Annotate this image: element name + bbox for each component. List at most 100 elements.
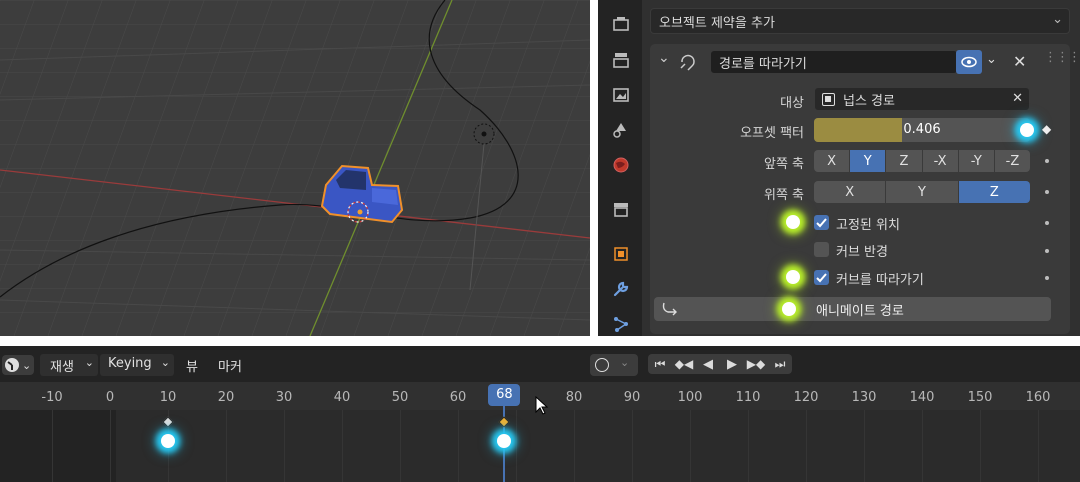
chevron-down-icon: ⌄ xyxy=(620,356,630,369)
playback-menu[interactable]: 재생 ⌄ xyxy=(40,354,98,376)
next-keyframe-icon: ▶◆ xyxy=(746,357,766,371)
wrench-icon xyxy=(613,281,629,297)
play-icon: ▶ xyxy=(727,356,737,372)
prev-keyframe-icon: ◆◀ xyxy=(674,357,694,371)
add-constraint-label: 오브젝트 제약을 추가 xyxy=(659,15,775,31)
view-layer-tab[interactable] xyxy=(609,83,633,107)
fixed-position-checkbox[interactable] xyxy=(814,215,829,230)
render-tab[interactable] xyxy=(609,12,633,36)
jump-start-icon: ⏮ xyxy=(654,356,666,371)
add-constraint-dropdown[interactable]: 오브젝트 제약을 추가 ⌄ xyxy=(650,8,1070,34)
properties-tab-bar xyxy=(598,0,642,336)
particles-tab[interactable] xyxy=(609,312,633,336)
constraint-name: 경로를 따라가기 xyxy=(719,56,807,72)
chevron-down-icon: ⌄ xyxy=(22,358,32,372)
collection-tab[interactable] xyxy=(609,197,633,221)
chevron-down-icon: ⌄ xyxy=(84,356,94,369)
frame-gridline xyxy=(458,410,459,482)
target-value: 넙스 경로 xyxy=(843,93,895,109)
animate-path-icon xyxy=(660,300,680,322)
keyframe-diamond-icon[interactable]: ◆ xyxy=(1042,122,1051,136)
grip-icon[interactable]: ⋮⋮⋮ xyxy=(1044,50,1080,65)
animate-path-label: 애니메이트 경로 xyxy=(816,304,904,319)
up-axis-selector[interactable]: X Y Z xyxy=(814,181,1030,203)
offset-keyframe-highlight xyxy=(1020,123,1034,137)
fixed-position-highlight xyxy=(786,215,800,229)
forward-axis-neg-z[interactable]: -Z xyxy=(994,150,1030,172)
ruler-tick-label: 10 xyxy=(159,390,177,405)
curve-radius-anim-dot[interactable] xyxy=(1045,249,1049,253)
frame-gridline xyxy=(342,410,343,482)
ruler-tick-label: 20 xyxy=(217,390,235,405)
frame-gridline xyxy=(1038,410,1039,482)
follow-path-constraint-box: ⌄ 경로를 따라가기 ⌄ ✕ ⋮⋮⋮ 대상 넙스 경로 ✕ 오프셋 팩터 0.4… xyxy=(650,44,1080,334)
current-frame-badge[interactable]: 68 xyxy=(488,384,521,406)
forward-axis-selector[interactable]: X Y Z -X -Y -Z xyxy=(814,150,1030,172)
ruler-tick-label: 120 xyxy=(793,390,819,405)
target-field[interactable]: 넙스 경로 ✕ xyxy=(814,87,1030,111)
marker-menu[interactable]: 마커 xyxy=(218,356,242,375)
ruler-tick-label: 0 xyxy=(105,390,115,405)
clear-target-icon[interactable]: ✕ xyxy=(1012,91,1023,106)
image-icon xyxy=(613,88,629,102)
ruler-tick-label: 130 xyxy=(851,390,877,405)
view-menu[interactable]: 뷰 xyxy=(186,356,198,375)
playback-menu-label: 재생 xyxy=(50,360,74,375)
output-tab[interactable] xyxy=(609,48,633,72)
x-icon[interactable]: ✕ xyxy=(1013,52,1026,71)
collection-icon xyxy=(614,203,628,217)
chevron-down-icon[interactable]: ⌄ xyxy=(986,52,997,67)
render-icon xyxy=(613,17,629,31)
up-axis-y[interactable]: Y xyxy=(886,181,959,203)
frame-gridline xyxy=(632,410,633,482)
auto-keying-toggle[interactable]: ⌄ xyxy=(590,354,638,376)
curve-radius-checkbox[interactable] xyxy=(814,242,829,257)
world-tab[interactable] xyxy=(609,153,633,177)
follow-curve-anim-dot[interactable] xyxy=(1045,276,1049,280)
scene-tab[interactable] xyxy=(609,118,633,142)
follow-path-icon xyxy=(678,52,698,76)
collapse-chevron-icon[interactable]: ⌄ xyxy=(658,50,670,66)
constraint-name-field[interactable]: 경로를 따라가기 xyxy=(710,50,958,74)
frame-gridline xyxy=(226,410,227,482)
jump-to-prev-keyframe-button[interactable]: ◆◀ xyxy=(672,354,696,374)
frame-gridline xyxy=(806,410,807,482)
target-label: 대상 xyxy=(780,96,804,111)
jump-end-icon: ⏭ xyxy=(774,356,786,371)
up-axis-anim-dot[interactable] xyxy=(1045,190,1049,194)
forward-axis-anim-dot[interactable] xyxy=(1045,159,1049,163)
object-tab[interactable] xyxy=(609,242,633,266)
jump-to-end-button[interactable]: ⏭ xyxy=(768,354,792,374)
follow-curve-checkbox[interactable] xyxy=(814,270,829,285)
viewport-canvas xyxy=(0,0,590,336)
pre-range-shade xyxy=(0,410,116,482)
forward-axis-label: 앞쪽 축 xyxy=(763,157,804,172)
forward-axis-z[interactable]: Z xyxy=(886,150,923,172)
chevron-down-icon: ⌄ xyxy=(1052,12,1063,27)
forward-axis-neg-y[interactable]: -Y xyxy=(958,150,995,172)
visibility-toggle[interactable] xyxy=(956,50,982,74)
jump-to-start-button[interactable]: ⏮ xyxy=(648,354,672,374)
up-axis-z[interactable]: Z xyxy=(958,181,1030,203)
timeline-editor: ⌄ 재생 ⌄ Keying ⌄ 뷰 마커 ⌄ ⏮ ◆◀ ◀ ▶ ▶◆ ⏭ -10… xyxy=(0,346,1080,482)
keying-menu[interactable]: Keying ⌄ xyxy=(100,354,174,376)
record-icon xyxy=(595,358,609,372)
editor-type-dropdown[interactable]: ⌄ xyxy=(2,355,34,375)
jump-to-next-keyframe-button[interactable]: ▶◆ xyxy=(744,354,768,374)
output-icon xyxy=(613,53,629,68)
up-axis-x[interactable]: X xyxy=(814,181,887,203)
offset-factor-slider[interactable]: 0.406 xyxy=(814,118,1030,142)
forward-axis-neg-x[interactable]: -X xyxy=(922,150,959,172)
animate-path-button[interactable]: 애니메이트 경로 xyxy=(654,297,1051,321)
3d-viewport[interactable] xyxy=(0,0,590,336)
forward-axis-x[interactable]: X xyxy=(814,150,851,172)
modifier-tab[interactable] xyxy=(609,277,633,301)
ruler-tick-label: -10 xyxy=(41,390,63,405)
timeline-header: ⌄ 재생 ⌄ Keying ⌄ 뷰 마커 ⌄ ⏮ ◆◀ ◀ ▶ ▶◆ ⏭ xyxy=(0,346,1080,382)
frame-gridline xyxy=(922,410,923,482)
fixed-position-anim-dot[interactable] xyxy=(1045,221,1049,225)
forward-axis-y[interactable]: Y xyxy=(850,150,887,172)
frame-gridline xyxy=(980,410,981,482)
play-reverse-button[interactable]: ◀ xyxy=(696,354,720,374)
play-button[interactable]: ▶ xyxy=(720,354,744,374)
